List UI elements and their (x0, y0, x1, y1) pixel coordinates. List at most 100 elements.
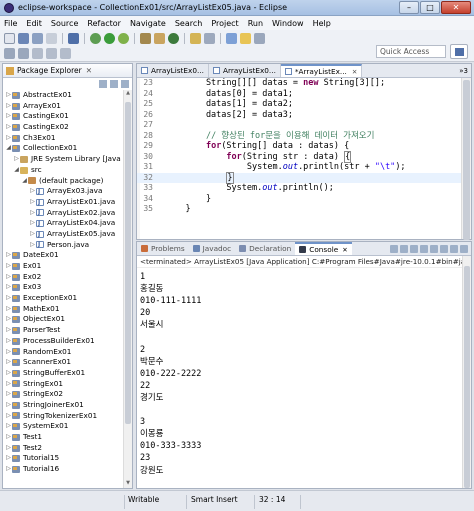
tree-item[interactable]: ▷ ProcessBuilderEx01 (3, 336, 123, 347)
tree-item[interactable]: ▷ SystemEx01 (3, 421, 123, 432)
tree-item[interactable]: ▷ AbstractEx01 (3, 90, 123, 101)
tree-item[interactable]: ▷ Person.java (3, 240, 123, 252)
save-all-icon[interactable] (32, 32, 43, 44)
editor-scrollbar[interactable] (461, 78, 471, 240)
open-type-icon[interactable] (190, 32, 201, 44)
tree-item[interactable]: ▷ CastingEx01 (3, 111, 123, 122)
editor-tabs-overflow[interactable]: »3 (456, 64, 471, 77)
collapsed-arrow-icon[interactable]: ▷ (5, 314, 12, 325)
console-output[interactable]: 1 홍길동 010-111-1111 20 서울시 2 박문수 010-222-2222 22 경… (137, 268, 471, 477)
collapsed-arrow-icon[interactable]: ▷ (5, 389, 12, 400)
close-view-icon[interactable]: ✕ (86, 66, 92, 75)
tree-item[interactable]: ▷ Ch3Ex01 (3, 133, 123, 144)
collapsed-arrow-icon[interactable]: ▷ (5, 293, 12, 304)
collapsed-arrow-icon[interactable]: ▷ (5, 421, 12, 432)
scroll-up-icon[interactable]: ▲ (124, 90, 132, 98)
tree-item[interactable]: ◢ (default package) (3, 176, 123, 187)
tree-item[interactable]: ▷ Tutorial15 (3, 453, 123, 464)
console-icon[interactable] (68, 32, 79, 44)
minimize-button[interactable]: – (399, 1, 419, 14)
collapsed-arrow-icon[interactable]: ▷ (5, 357, 12, 368)
expanded-arrow-icon[interactable]: ◢ (21, 176, 28, 187)
tree-item[interactable]: ▷ RandomEx01 (3, 347, 123, 358)
collapsed-arrow-icon[interactable]: ▷ (29, 208, 36, 219)
link-with-editor-icon[interactable] (110, 79, 118, 88)
new-java-project-icon[interactable] (140, 32, 151, 44)
collapsed-arrow-icon[interactable]: ▷ (29, 197, 36, 208)
tree-item[interactable]: ▷ ScannerEx01 (3, 357, 123, 368)
collapsed-arrow-icon[interactable]: ▷ (5, 261, 12, 272)
menu-help[interactable]: Help (313, 19, 331, 28)
tree-item[interactable]: ▷ ArrayEx03.java (3, 186, 123, 198)
previous-annotation-icon[interactable] (18, 47, 29, 59)
save-icon[interactable] (18, 32, 29, 44)
next-annotation-icon[interactable] (4, 47, 15, 59)
tree-item[interactable]: ▷ JRE System Library [Java (3, 154, 123, 165)
menu-window[interactable]: Window (272, 19, 304, 28)
collapsed-arrow-icon[interactable]: ▷ (5, 336, 12, 347)
tree-item[interactable]: ▷ Test1 (3, 432, 123, 443)
expanded-arrow-icon[interactable]: ◢ (5, 143, 12, 154)
tree-item[interactable]: ▷ StringEx02 (3, 389, 123, 400)
tree-item[interactable]: ▷ ParserTest (3, 325, 123, 336)
collapsed-arrow-icon[interactable]: ▷ (5, 282, 12, 293)
tree-item[interactable]: ▷ ObjectEx01 (3, 314, 123, 325)
collapsed-arrow-icon[interactable]: ▷ (5, 368, 12, 379)
menu-file[interactable]: File (4, 19, 17, 28)
debug-icon[interactable] (90, 32, 101, 44)
package-explorer-tab[interactable]: Package Explorer ✕ (3, 64, 132, 78)
menu-edit[interactable]: Edit (26, 19, 42, 28)
tab-console[interactable]: Console ✕ (295, 242, 352, 255)
pin-console-icon[interactable] (430, 244, 438, 253)
collapsed-arrow-icon[interactable]: ▷ (5, 443, 12, 454)
tree-item[interactable]: ▷ ArrayListEx02.java (3, 208, 123, 220)
menu-search[interactable]: Search (175, 19, 202, 28)
tree-item[interactable]: ▷ MathEx01 (3, 304, 123, 315)
tab-problems[interactable]: Problems (137, 242, 189, 255)
tree-item[interactable]: ▷ StringJoinerEx01 (3, 400, 123, 411)
collapsed-arrow-icon[interactable]: ▷ (5, 400, 12, 411)
scroll-thumb[interactable] (125, 102, 131, 424)
tab-javadoc[interactable]: Javadoc (189, 242, 236, 255)
tree-item[interactable]: ▷ Ex03 (3, 282, 123, 293)
menu-source[interactable]: Source (51, 19, 78, 28)
back-icon[interactable] (46, 47, 57, 59)
remove-launch-icon[interactable] (400, 244, 408, 253)
tab-declaration[interactable]: Declaration (235, 242, 295, 255)
print-icon[interactable] (46, 32, 57, 44)
terminate-icon[interactable] (390, 244, 398, 253)
collapsed-arrow-icon[interactable]: ▷ (5, 464, 12, 475)
tree-item[interactable]: ▷ CastingEx02 (3, 122, 123, 133)
tree-item[interactable]: ▷ DateEx01 (3, 250, 123, 261)
code-area[interactable]: 23 String[][] datas = new String[3][]; 24… (137, 78, 461, 239)
collapsed-arrow-icon[interactable]: ▷ (5, 250, 12, 261)
collapsed-arrow-icon[interactable]: ▷ (29, 229, 36, 240)
collapsed-arrow-icon[interactable]: ▷ (5, 111, 12, 122)
coverage-icon[interactable] (118, 32, 129, 44)
collapsed-arrow-icon[interactable]: ▷ (5, 347, 12, 358)
collapsed-arrow-icon[interactable]: ▷ (5, 90, 12, 101)
collapsed-arrow-icon[interactable]: ▷ (5, 122, 12, 133)
toggle-highlight-icon[interactable] (240, 32, 251, 44)
toggle-mark-occurrences-icon[interactable] (226, 32, 237, 44)
tree-item[interactable]: ▷ Ex02 (3, 272, 123, 283)
tree-item[interactable]: ▷ ArrayListEx05.java (3, 229, 123, 241)
collapsed-arrow-icon[interactable]: ▷ (5, 304, 12, 315)
tree-item[interactable]: ▷ ArrayListEx04.java (3, 218, 123, 230)
close-tab-icon[interactable]: ✕ (342, 246, 347, 254)
collapsed-arrow-icon[interactable]: ▷ (13, 154, 20, 165)
menu-navigate[interactable]: Navigate (130, 19, 166, 28)
tree-item[interactable]: ▷ StringTokenizerEx01 (3, 411, 123, 422)
menu-refactor[interactable]: Refactor (87, 19, 121, 28)
maximize-view-icon[interactable] (460, 244, 468, 253)
new-package-icon[interactable] (154, 32, 165, 44)
tree-item[interactable]: ▷ Tutorial16 (3, 464, 123, 475)
collapsed-arrow-icon[interactable]: ▷ (5, 325, 12, 336)
explorer-scrollbar[interactable]: ▲ ▼ (123, 90, 132, 488)
tree-item[interactable]: ▷ StringEx01 (3, 379, 123, 390)
collapsed-arrow-icon[interactable]: ▷ (5, 101, 12, 112)
display-console-icon[interactable] (440, 244, 448, 253)
collapsed-arrow-icon[interactable]: ▷ (29, 240, 36, 251)
console-scrollbar[interactable] (462, 256, 471, 488)
collapsed-arrow-icon[interactable]: ▷ (5, 432, 12, 443)
